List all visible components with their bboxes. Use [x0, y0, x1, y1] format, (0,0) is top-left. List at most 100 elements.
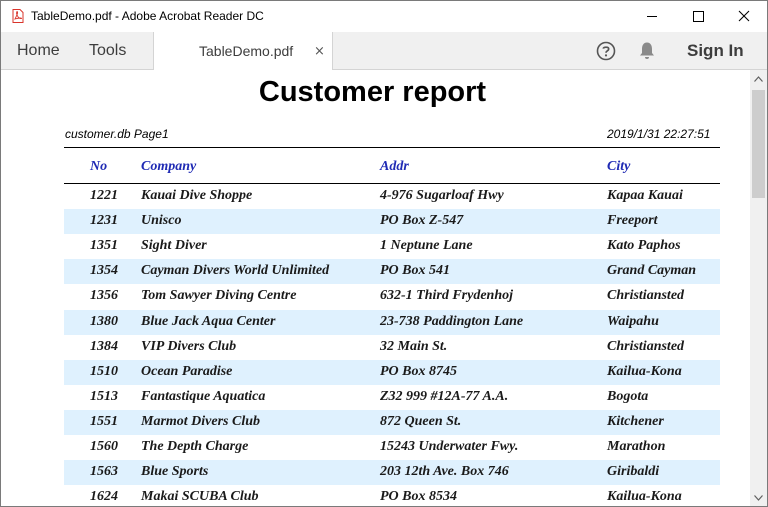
cell-addr: 15243 Underwater Fwy. — [380, 439, 519, 454]
cell-city: Waipahu — [607, 313, 659, 329]
close-window-button[interactable] — [721, 1, 767, 31]
cell-company: Marmot Divers Club — [141, 413, 261, 429]
table-row: 1356 Tom Sawyer Diving Centre 632-1 Third … — [64, 284, 720, 309]
maximize-button[interactable] — [675, 1, 721, 31]
help-icon[interactable] — [596, 41, 616, 61]
column-header-no: No — [90, 159, 108, 174]
close-icon — [738, 10, 750, 22]
cell-city: Marathon — [607, 439, 666, 454]
title-bar: TableDemo.pdf - Adobe Acrobat Reader DC — [1, 1, 767, 31]
cell-company: Fantastique Aquatica — [141, 388, 266, 404]
cell-addr: Z32 999 #12A-77 A.A. — [380, 388, 509, 404]
cell-addr: PO Box 541 — [380, 263, 450, 279]
window-title: TableDemo.pdf - Adobe Acrobat Reader DC — [31, 9, 264, 23]
cell-no: 1231 — [90, 213, 118, 229]
cell-company: Tom Sawyer Diving Centre — [141, 288, 297, 304]
chevron-down-icon — [754, 494, 763, 501]
cell-city: Christiansted — [607, 338, 685, 354]
header-rule — [64, 147, 720, 148]
table-row: 1231 Unisco PO Box Z-547 Freeport — [64, 209, 720, 235]
cell-no: 1624 — [90, 489, 118, 505]
cell-addr: 632-1 Third Frydenhoj — [380, 288, 514, 304]
cell-addr: PO Box Z-547 — [380, 213, 464, 229]
document-tab[interactable]: TableDemo.pdf × — [153, 32, 333, 70]
cell-city: Kato Paphos — [607, 238, 681, 254]
cell-addr: 1 Neptune Lane — [380, 238, 473, 254]
minimize-button[interactable] — [629, 1, 675, 31]
cell-company: Cayman Divers World Unlimited — [141, 263, 330, 279]
cell-city: Freeport — [607, 213, 658, 229]
cell-company: Ocean Paradise — [141, 363, 233, 379]
chevron-up-icon — [754, 75, 763, 82]
acrobat-window: TableDemo.pdf - Adobe Acrobat Reader DC … — [0, 0, 768, 507]
table-row: 1380 Blue Jack Aqua Center 23-738 Paddingt… — [64, 309, 720, 335]
cell-addr: 203 12th Ave. Box 746 — [380, 464, 509, 480]
tools-tab[interactable]: Tools — [89, 32, 126, 69]
table-row: 1384 VIP Divers Club 32 Main St. Christians… — [64, 335, 720, 360]
cell-addr: PO Box 8745 — [380, 363, 457, 379]
window-controls — [629, 1, 767, 31]
table-row: 1551 Marmot Divers Club 872 Queen St. Kitch… — [64, 409, 720, 435]
cell-addr: 32 Main St. — [380, 338, 448, 354]
table-row: 1513 Fantastique Aquatica Z32 999 #12A-77 … — [64, 385, 720, 410]
scrollbar-thumb[interactable] — [752, 90, 765, 198]
sign-in-button[interactable]: Sign In — [687, 32, 744, 69]
table-header: No Company Addr City — [64, 159, 720, 183]
cell-no: 1551 — [90, 413, 118, 429]
cell-no: 1510 — [90, 363, 118, 379]
cell-company: Blue Jack Aqua Center — [141, 313, 276, 329]
report-title: Customer report — [258, 76, 487, 108]
report-timestamp: 2019/1/31 22:27:51 — [607, 127, 711, 141]
column-header-company: Company — [141, 159, 197, 174]
cell-addr: PO Box 8534 — [380, 489, 457, 505]
cell-company: Blue Sports — [141, 464, 209, 480]
cell-company: The Depth Charge — [141, 439, 249, 454]
cell-no: 1356 — [90, 288, 118, 304]
cell-city: Kapaa Kauai — [607, 188, 683, 203]
cell-no: 1513 — [90, 388, 118, 404]
table-row: 1354 Cayman Divers World Unlimited PO Box … — [64, 259, 720, 285]
cell-addr: 23-738 Paddington Lane — [380, 313, 524, 329]
cell-no: 1221 — [90, 188, 118, 203]
table-row: 1560 The Depth Charge 15243 Underwater Fwy… — [64, 435, 720, 460]
cell-city: Giribaldi — [607, 464, 660, 480]
cell-company: Makai SCUBA Club — [141, 489, 259, 505]
cell-no: 1380 — [90, 313, 118, 329]
app-toolbar: Home Tools TableDemo.pdf × Sign In — [1, 32, 767, 70]
home-tab[interactable]: Home — [17, 32, 60, 69]
maximize-icon — [692, 10, 704, 22]
column-header-city: City — [607, 159, 631, 174]
cell-no: 1560 — [90, 439, 118, 454]
cell-company: Sight Diver — [141, 238, 207, 254]
scroll-down-button[interactable] — [750, 489, 767, 506]
table-row: 1221 Kauai Dive Shoppe 4-976 Sugarloaf Hwy… — [64, 184, 720, 209]
bell-icon[interactable] — [638, 41, 656, 61]
vertical-scrollbar[interactable] — [750, 70, 767, 506]
document-tab-label: TableDemo.pdf — [199, 43, 294, 59]
cell-city: Grand Cayman — [607, 263, 697, 279]
cell-company: Kauai Dive Shoppe — [141, 188, 253, 203]
column-header-addr: Addr — [380, 159, 409, 174]
cell-no: 1384 — [90, 338, 118, 354]
minimize-icon — [646, 15, 657, 17]
cell-city: Bogota — [607, 388, 649, 404]
cell-addr: 4-976 Sugarloaf Hwy — [380, 188, 504, 203]
scroll-up-button[interactable] — [750, 70, 767, 87]
cell-addr: 872 Queen St. — [380, 413, 462, 429]
cell-no: 1563 — [90, 464, 118, 480]
pdf-document-icon — [12, 9, 24, 23]
close-tab-button[interactable]: × — [314, 44, 325, 59]
document-page: Customer report customer.db Page1 2019/1… — [1, 70, 750, 506]
cell-city: Kailua-Kona — [607, 489, 682, 505]
cell-no: 1354 — [90, 263, 118, 279]
cell-company: VIP Divers Club — [141, 338, 237, 354]
cell-company: Unisco — [141, 213, 182, 229]
table-row: 1351 Sight Diver 1 Neptune Lane Kato Paphos — [64, 234, 720, 259]
cell-city: Kitchener — [607, 413, 664, 429]
table-row: 1624 Makai SCUBA Club PO Box 8534 Kailua-Ko… — [64, 485, 720, 506]
report-source: customer.db Page1 — [65, 127, 169, 141]
cell-no: 1351 — [90, 238, 118, 254]
table-row: 1563 Blue Sports 203 12th Ave. Box 746 Giri… — [64, 460, 720, 486]
cell-city: Christiansted — [607, 288, 685, 304]
cell-city: Kailua-Kona — [607, 363, 682, 379]
